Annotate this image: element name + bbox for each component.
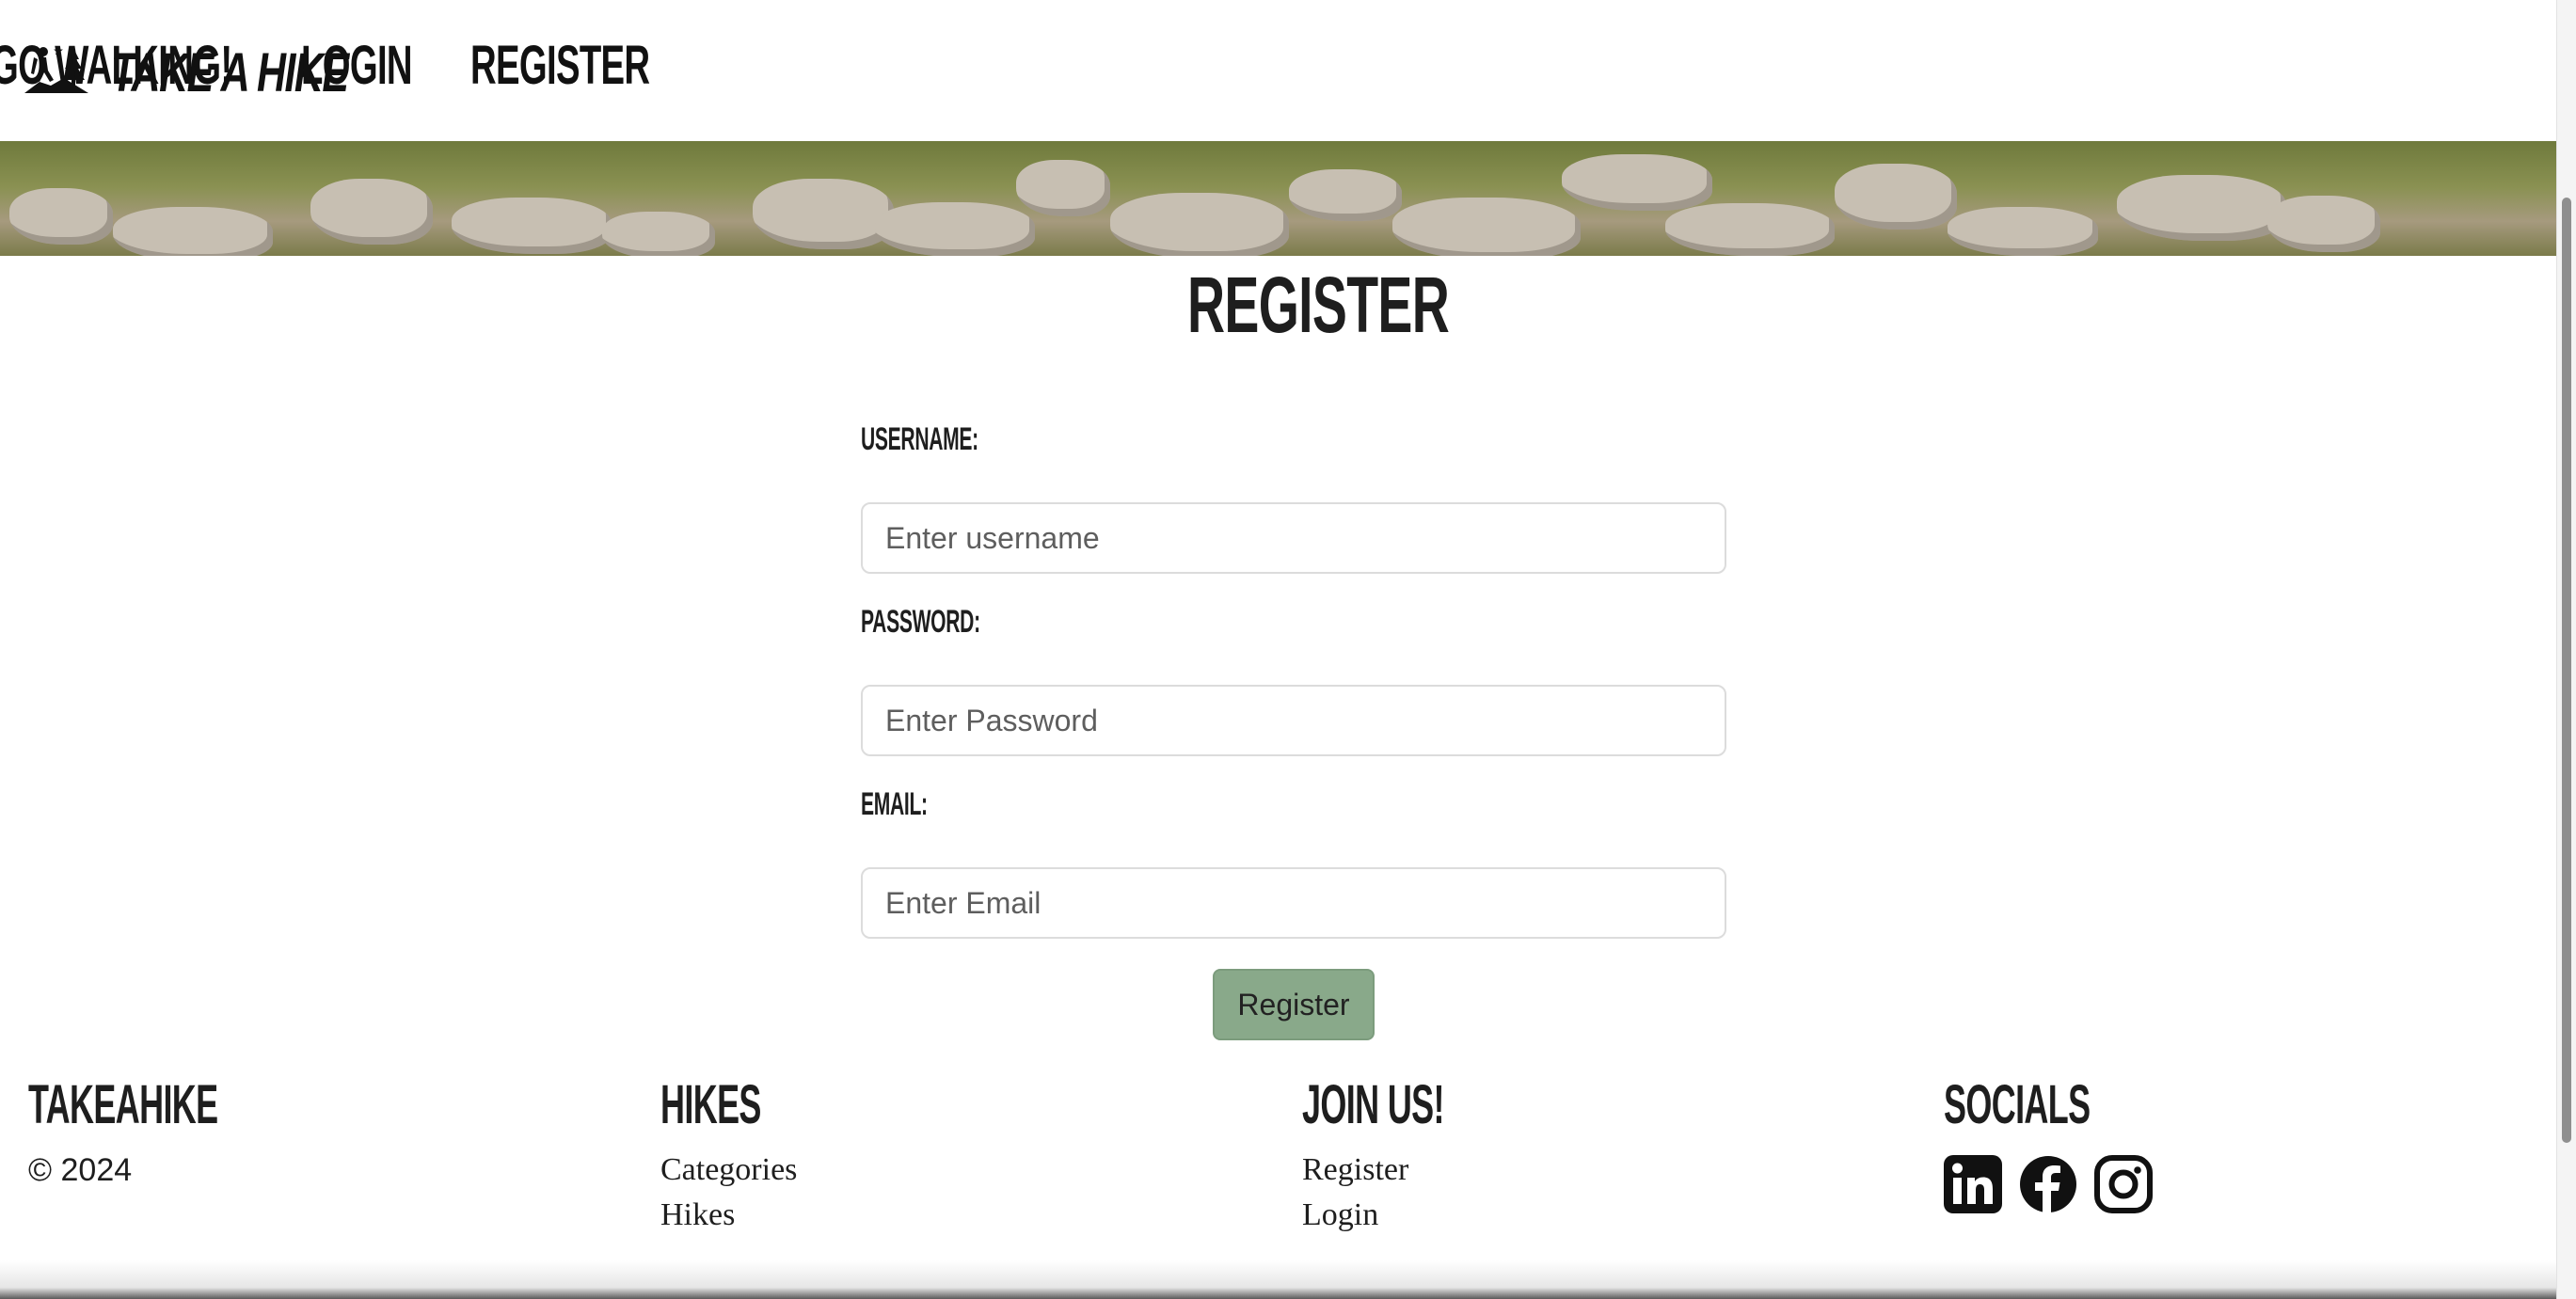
footer-categories-link[interactable]: Categories <box>660 1148 822 1193</box>
footer-brand-heading: TAKEAHIKE <box>28 1074 218 1135</box>
page-bottom-edge <box>0 1260 2557 1299</box>
nav-go-walking-link[interactable]: GO WALKING! <box>0 34 232 97</box>
password-input[interactable] <box>861 685 1726 756</box>
username-input[interactable] <box>861 502 1726 574</box>
password-label: PASSWORD: <box>861 604 980 640</box>
footer-join-column: JOIN US! Register Login <box>1302 1072 1531 1238</box>
username-label: USERNAME: <box>861 421 978 457</box>
instagram-icon[interactable] <box>2094 1155 2153 1213</box>
footer-hikes-heading: HIKES <box>660 1074 761 1135</box>
linkedin-icon[interactable] <box>1944 1155 2002 1213</box>
register-button[interactable]: Register <box>1213 969 1375 1040</box>
footer-copyright: © 2024 <box>28 1152 133 1188</box>
hero-image <box>0 141 2557 256</box>
footer-hikes-column: HIKES Categories Hikes <box>660 1072 822 1238</box>
footer-join-heading: JOIN US! <box>1302 1074 1445 1135</box>
footer-register-link[interactable]: Register <box>1302 1148 1531 1193</box>
footer-brand-column: TAKEAHIKE © 2024 <box>28 1072 334 1193</box>
footer-login-link[interactable]: Login <box>1302 1193 1531 1238</box>
footer-hikes-link[interactable]: Hikes <box>660 1193 822 1238</box>
scrollbar-thumb[interactable] <box>2562 198 2571 1143</box>
social-links <box>1944 1155 2180 1213</box>
nav-links: GO WALKING! LOGIN REGISTER <box>0 34 2550 102</box>
nav-register-link[interactable]: REGISTER <box>470 34 650 97</box>
facebook-icon[interactable] <box>2019 1155 2077 1213</box>
footer-socials-heading: SOCIALS <box>1944 1074 2091 1135</box>
nav-login-link[interactable]: LOGIN <box>301 34 413 97</box>
email-input[interactable] <box>861 867 1726 939</box>
page-title: REGISTER <box>1187 261 1450 349</box>
email-label: EMAIL: <box>861 786 928 822</box>
navbar: TAKE A HIKE GO WALKING! LOGIN REGISTER <box>0 0 2557 141</box>
footer-socials-column: SOCIALS <box>1944 1072 2180 1213</box>
vertical-scrollbar[interactable] <box>2556 0 2576 1299</box>
